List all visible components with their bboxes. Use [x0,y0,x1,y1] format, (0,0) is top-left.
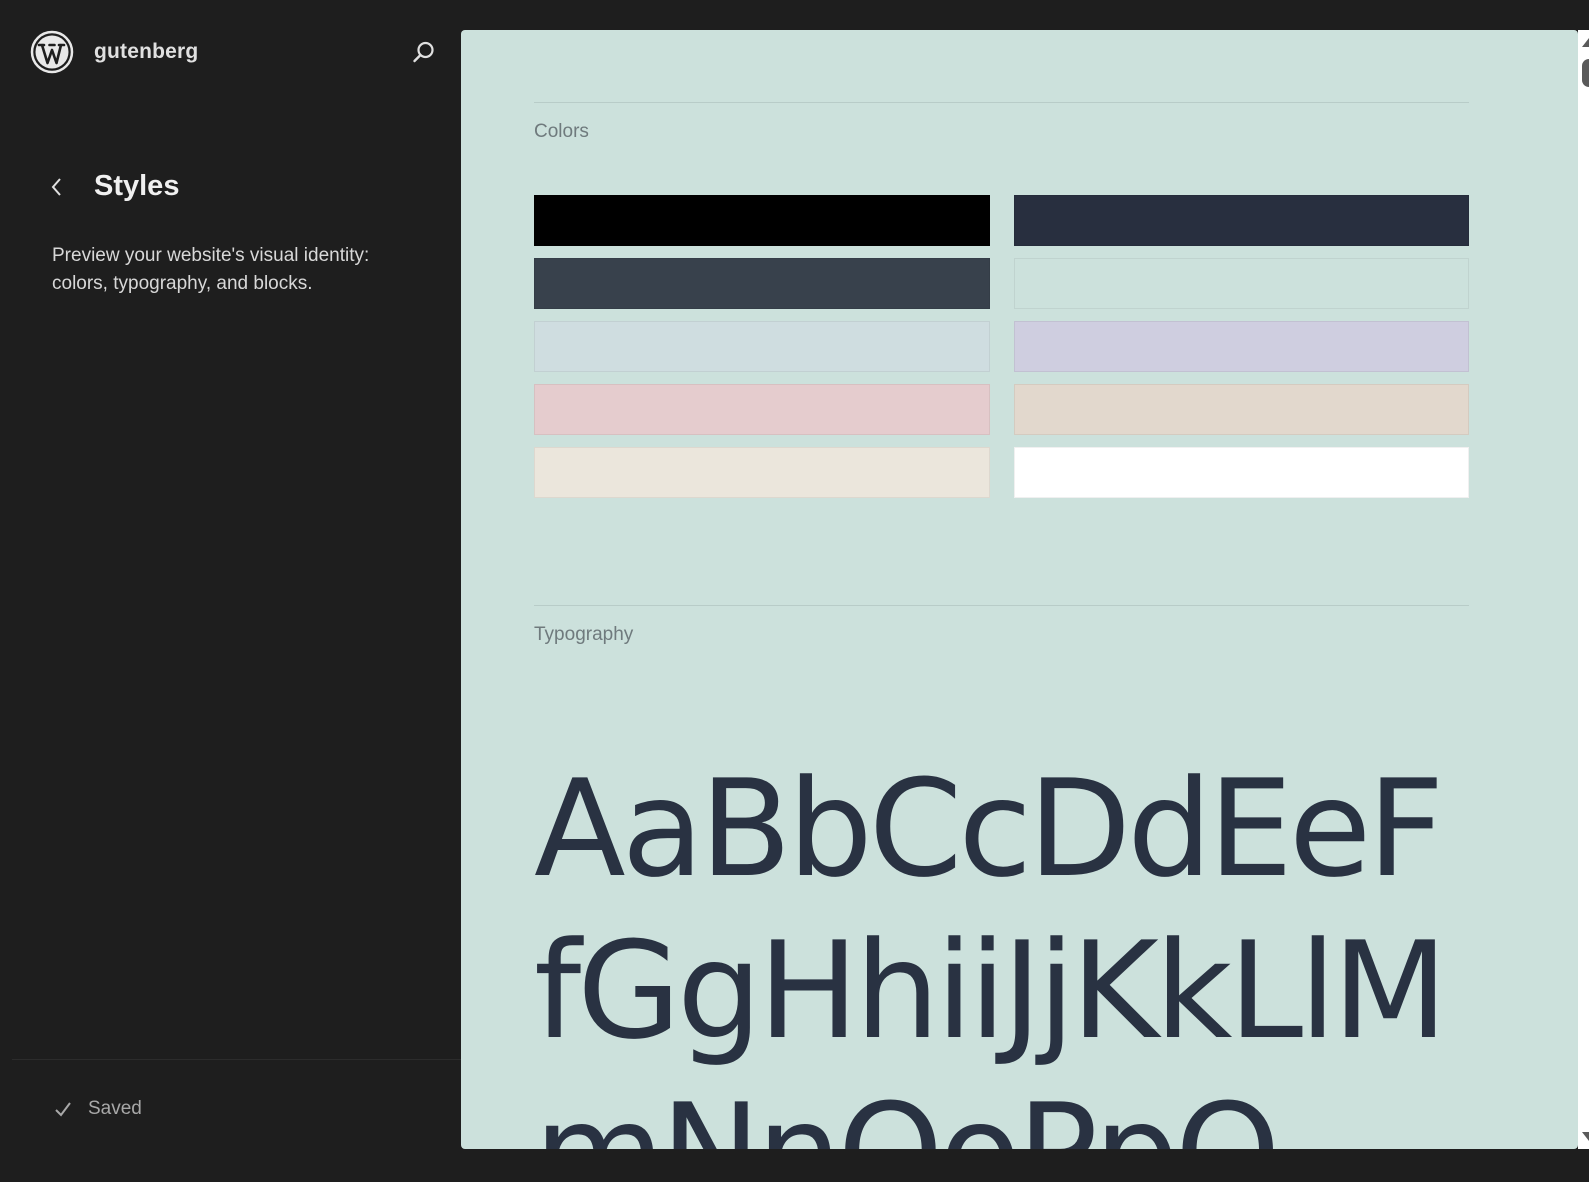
color-swatch [1014,195,1469,246]
site-editor-window: gutenberg Styles Preview your website's … [12,6,1589,1176]
save-status-text: Saved [88,1098,142,1119]
divider [534,102,1469,103]
style-book-content: Colors Typography AaBbCcDdEeFfGgHhiiJjKk… [534,102,1469,1149]
chevron-left-icon [51,177,61,196]
typography-sample: AaBbCcDdEeFfGgHhiiJjKkLlMmNnOoPpQ [534,751,1448,1149]
search-button[interactable] [408,36,440,68]
scroll-down-arrow-icon[interactable] [1582,1132,1589,1141]
color-swatch [1014,258,1469,309]
colors-heading: Colors [534,121,589,142]
color-swatch [1014,447,1469,498]
page-description: Preview your website's visual identity: … [52,245,370,294]
wordpress-logo-icon[interactable] [30,30,74,74]
back-button[interactable] [42,171,70,203]
color-swatch [1014,384,1469,435]
color-swatch [534,321,990,372]
color-swatch [534,258,990,309]
typography-heading: Typography [534,624,634,645]
search-icon [413,41,434,63]
scroll-up-arrow-icon[interactable] [1582,38,1589,47]
vertical-scrollbar[interactable] [1578,30,1589,1149]
typography-section: Typography AaBbCcDdEeFfGgHhiiJjKkLlMmNnO… [534,605,1469,1149]
divider [534,605,1469,606]
site-hub: gutenberg [30,28,440,76]
style-book-preview[interactable]: Colors Typography AaBbCcDdEeFfGgHhiiJjKk… [461,30,1578,1149]
sidebar-footer: Saved [12,1059,461,1176]
site-name[interactable]: gutenberg [94,40,198,64]
scrollbar-thumb[interactable] [1582,59,1589,87]
page-title: Styles [94,170,180,202]
color-swatch [534,195,990,246]
check-icon [55,1102,71,1117]
color-palette [534,195,1469,498]
save-status: Saved [52,1098,142,1120]
color-swatch [534,447,990,498]
navigator-header: Styles [42,170,179,203]
color-swatch [534,384,990,435]
sidebar: gutenberg Styles Preview your website's … [12,6,461,1176]
color-swatch [1014,321,1469,372]
